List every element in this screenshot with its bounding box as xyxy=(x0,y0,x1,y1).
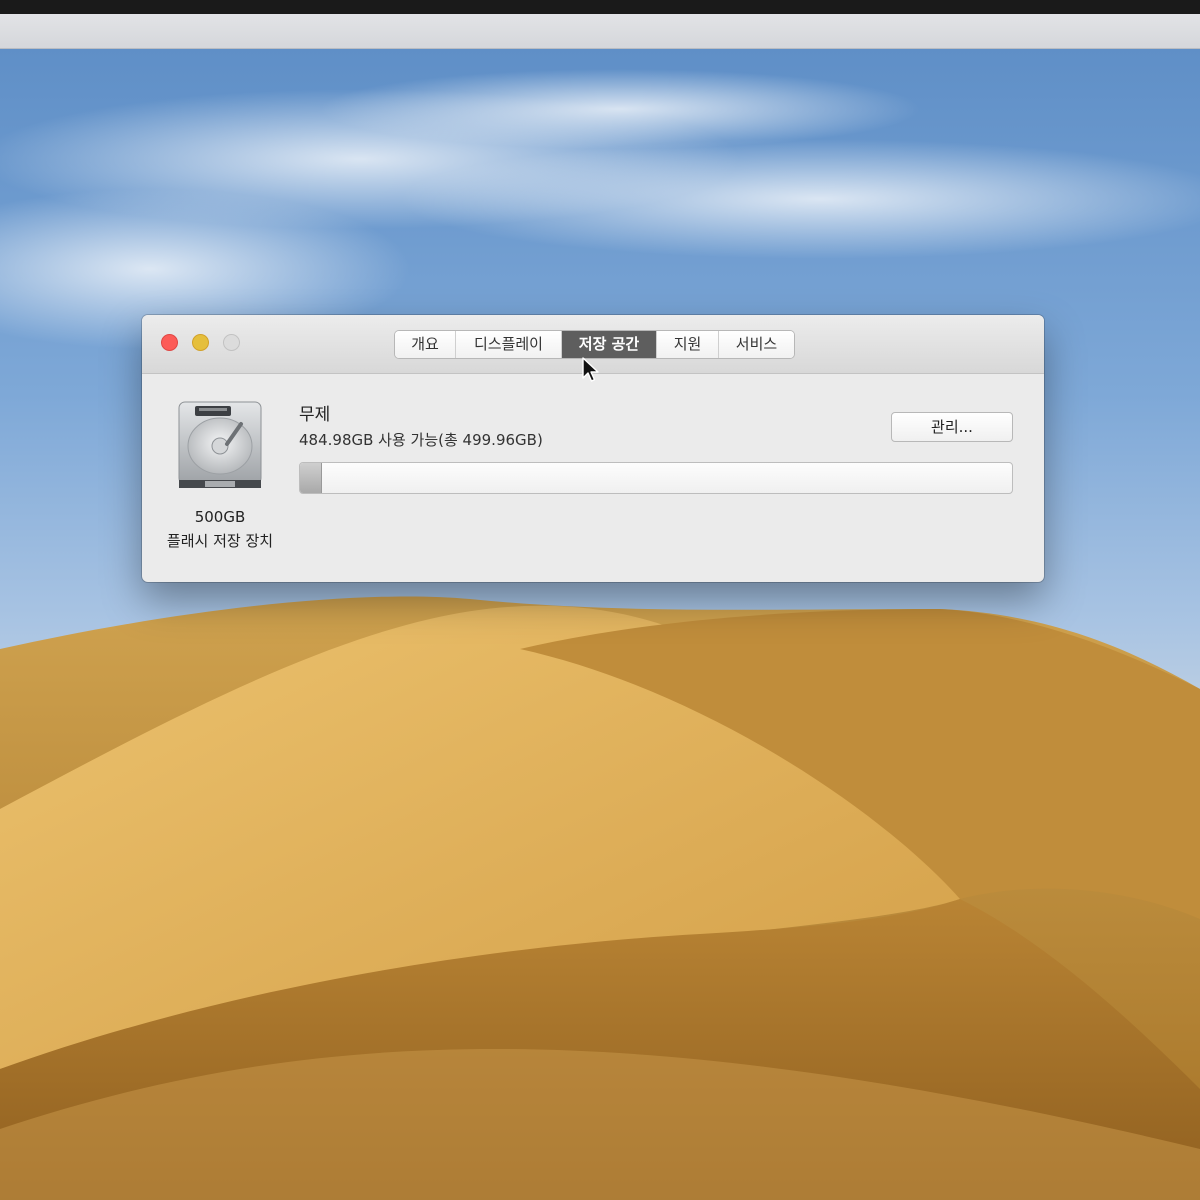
tab-bar: 개요 디스플레이 저장 공간 지원 서비스 xyxy=(394,330,795,359)
drive-size-label: 500GB xyxy=(194,508,246,526)
screen-bezel xyxy=(0,0,1200,14)
menu-bar xyxy=(0,14,1200,49)
storage-panel: 500GB 플래시 저장 장치 무제 484.98GB 사용 가능(총 499.… xyxy=(142,374,1044,582)
mouse-pointer-icon xyxy=(582,357,599,382)
tab-support[interactable]: 지원 xyxy=(657,331,719,358)
tab-displays[interactable]: 디스플레이 xyxy=(456,331,562,358)
hard-drive-icon xyxy=(178,401,262,488)
storage-used-segment[interactable] xyxy=(300,463,323,493)
tab-storage[interactable]: 저장 공간 xyxy=(562,331,657,358)
manage-button[interactable]: 관리... xyxy=(891,412,1013,442)
storage-usage-bar[interactable] xyxy=(299,462,1013,494)
zoom-button[interactable] xyxy=(223,334,240,351)
volume-capacity-text: 484.98GB 사용 가능(총 499.96GB) xyxy=(299,431,543,449)
drive-type-label: 플래시 저장 장치 xyxy=(166,532,274,550)
volume-name: 무제 xyxy=(299,405,331,425)
minimize-button[interactable] xyxy=(192,334,209,351)
wallpaper-art xyxy=(0,69,1200,1200)
about-this-mac-window: 개요 디스플레이 저장 공간 지원 서비스 500GB 플래시 저장 장치 무제… xyxy=(142,315,1044,582)
close-button[interactable] xyxy=(161,334,178,351)
desktop-wallpaper xyxy=(0,49,1200,1200)
tab-service[interactable]: 서비스 xyxy=(719,331,794,358)
tab-overview[interactable]: 개요 xyxy=(395,331,456,358)
